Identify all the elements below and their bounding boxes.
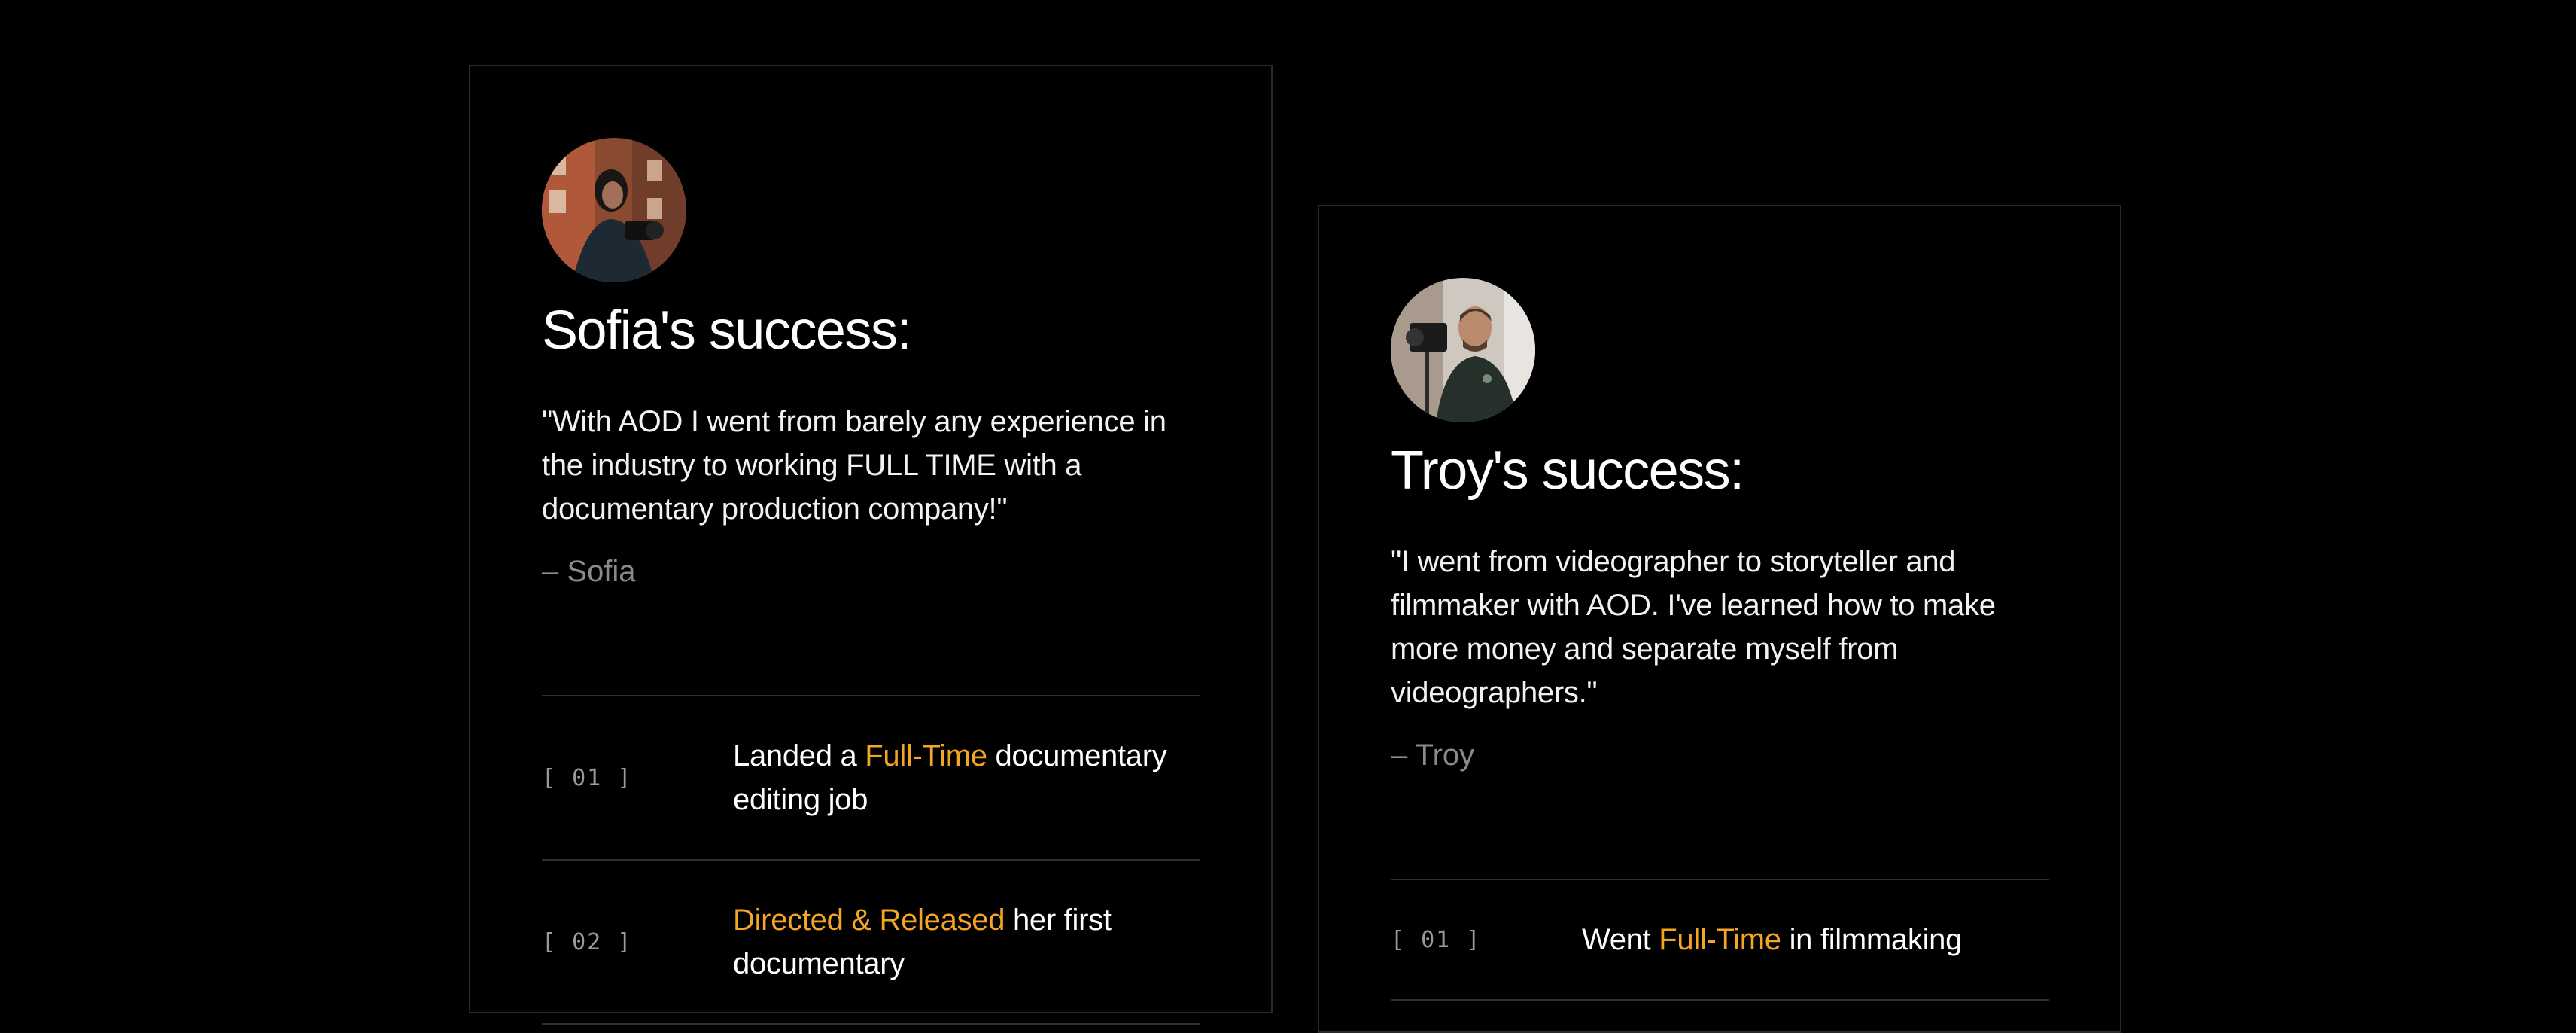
milestone-number: [ 01 ] [1391, 926, 1482, 953]
milestone-highlight: Full-Time [1659, 923, 1781, 956]
milestone-text: Directed & Released her first documentar… [733, 898, 1200, 986]
milestone-item: [ 01 ] Landed a Full-Time documentary ed… [542, 696, 1200, 861]
testimonial-author: – Troy [1391, 739, 1475, 772]
avatar-troy [1391, 278, 1535, 422]
milestone-text: Went Full-Time in filmmaking [1582, 918, 1962, 961]
milestone-number: [ 01 ] [542, 764, 633, 791]
testimonial-quote: "With AOD I went from barely any experie… [542, 405, 1166, 526]
milestone-text-before: Went [1582, 923, 1659, 956]
milestone-list: [ 01 ] Landed a Full-Time documentary ed… [542, 695, 1200, 1025]
testimonial-card-sofia: Sofia's success: "With AOD I went from b… [469, 65, 1273, 1025]
card-headline: Sofia's success: [542, 300, 911, 361]
testimonial-author: – Sofia [542, 555, 636, 588]
avatar-sofia [542, 138, 686, 282]
milestone-text: Landed a Full-Time documentary editing j… [733, 734, 1200, 821]
milestone-text-before: Landed a [733, 739, 865, 772]
milestone-text-after: in filmmaking [1781, 923, 1963, 956]
milestone-highlight: Directed & Released [733, 903, 1005, 937]
milestone-item: [ 02 ] Directed & Released her first doc… [542, 861, 1200, 1025]
milestone-list: [ 01 ] Went Full-Time in filmmaking [1391, 879, 2049, 1001]
milestone-number: [ 02 ] [542, 928, 633, 955]
testimonial-card-troy: Troy's success: "I went from videographe… [1318, 205, 2121, 1033]
milestone-highlight: Full-Time [865, 739, 987, 772]
testimonial-quote: "I went from videographer to storyteller… [1391, 545, 1996, 709]
card-headline: Troy's success: [1391, 440, 1744, 501]
milestone-item: [ 01 ] Went Full-Time in filmmaking [1391, 880, 2049, 1001]
